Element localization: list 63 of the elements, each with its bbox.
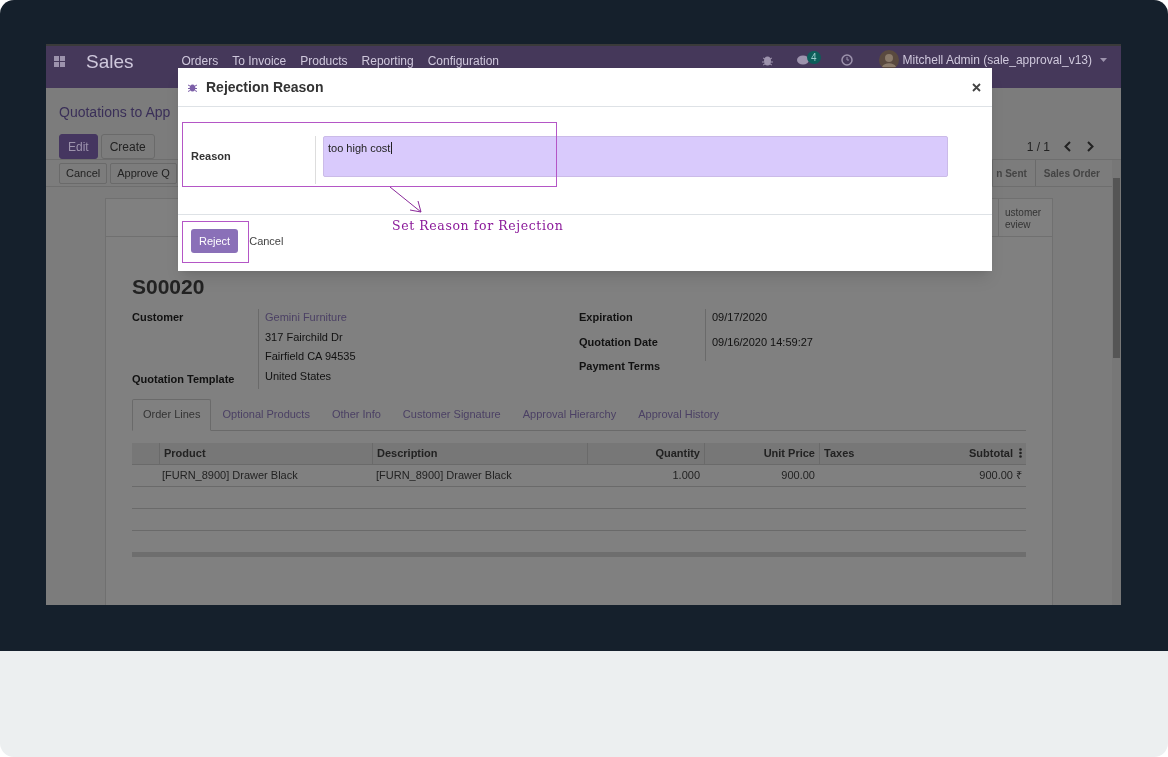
- nav-menu-item[interactable]: Products: [300, 54, 348, 68]
- field-label: Payment Terms: [579, 359, 662, 374]
- close-icon[interactable]: [972, 82, 981, 92]
- action-button[interactable]: Cancel: [59, 162, 108, 184]
- table-cell-text: 900.00 ₹: [978, 467, 1023, 483]
- pager: 1 / 1: [1026, 138, 1050, 156]
- apps-grid-icon[interactable]: [54, 56, 65, 67]
- chevron-left-icon[interactable]: [1064, 141, 1071, 152]
- customer-preview-button[interactable]: ustomer eview: [998, 199, 1050, 236]
- address-line: 317 Fairchild Dr: [265, 329, 344, 345]
- column-header[interactable]: Quantity: [587, 442, 704, 464]
- bug-icon[interactable]: [762, 54, 773, 66]
- order-number: S00020: [132, 275, 206, 299]
- dialog-title: Rejection Reason: [206, 77, 324, 97]
- table-cell-text: 900.00: [780, 467, 816, 483]
- edit-button[interactable]: Edit: [59, 134, 98, 159]
- cancel-link[interactable]: Cancel: [249, 232, 284, 250]
- field-value: 09/16/2020 14:59:27: [712, 334, 813, 350]
- caret-icon[interactable]: [1100, 58, 1107, 62]
- customer-link[interactable]: Gemini Furniture: [265, 309, 356, 326]
- chevron-right-icon[interactable]: [1087, 141, 1094, 152]
- kebab-menu-icon[interactable]: [1019, 448, 1022, 458]
- form-tab[interactable]: Approval History: [627, 399, 730, 430]
- table-cell-text: [FURN_8900] Drawer Black: [375, 467, 513, 483]
- column-header[interactable]: Unit Price: [704, 442, 819, 464]
- user-menu[interactable]: Mitchell Admin (sale_approval_v13): [902, 51, 1092, 69]
- column-header[interactable]: Subtotal: [969, 444, 1013, 462]
- form-tab[interactable]: Customer Signature: [391, 399, 512, 430]
- scrollbar[interactable]: [1112, 160, 1121, 605]
- field-value: 09/17/2020: [712, 310, 769, 325]
- annotation-text: Set Reason for Rejection: [392, 217, 564, 235]
- field-label: Customer: [132, 310, 185, 325]
- form-tab[interactable]: Other Info: [320, 399, 392, 430]
- field-label: Expiration: [579, 310, 634, 325]
- annotation-arrow: [389, 186, 423, 214]
- reason-input[interactable]: too high cost: [323, 136, 948, 177]
- nav-menu-item[interactable]: Configuration: [427, 54, 500, 68]
- column-header[interactable]: Description: [372, 442, 587, 464]
- nav-menu-item[interactable]: Orders: [181, 54, 219, 68]
- column-header[interactable]: Taxes: [819, 442, 894, 464]
- form-tab[interactable]: Optional Products: [211, 399, 321, 430]
- nav-menu-item[interactable]: To Invoice: [232, 54, 287, 68]
- chat-icon[interactable]: [797, 54, 809, 66]
- column-header[interactable]: Product: [159, 442, 372, 464]
- reject-button[interactable]: Reject: [191, 229, 239, 253]
- address-line: United States: [265, 368, 333, 384]
- nav-menu-item[interactable]: Reporting: [361, 54, 414, 68]
- form-tab[interactable]: Order Lines: [132, 399, 212, 431]
- field-label: Quotation Date: [579, 334, 659, 350]
- form-tab[interactable]: Approval Hierarchy: [511, 399, 628, 430]
- table-cell-text: 1.000: [671, 467, 701, 483]
- status-step[interactable]: Sales Order: [1034, 160, 1108, 186]
- bug-icon[interactable]: [188, 82, 197, 92]
- field-label: Quotation Template: [132, 371, 236, 387]
- app-name: Sales: [86, 52, 134, 72]
- create-button[interactable]: Create: [100, 134, 155, 159]
- address-line: Fairfield CA 94535: [265, 349, 356, 364]
- highlight-frame: [182, 221, 249, 263]
- field-label: Reason: [191, 150, 231, 162]
- action-button[interactable]: Approve Q: [110, 162, 177, 184]
- notification-badge: 4: [807, 50, 821, 64]
- table-cell-text: [FURN_8900] Drawer Black: [161, 467, 299, 483]
- clock-icon[interactable]: [840, 54, 853, 66]
